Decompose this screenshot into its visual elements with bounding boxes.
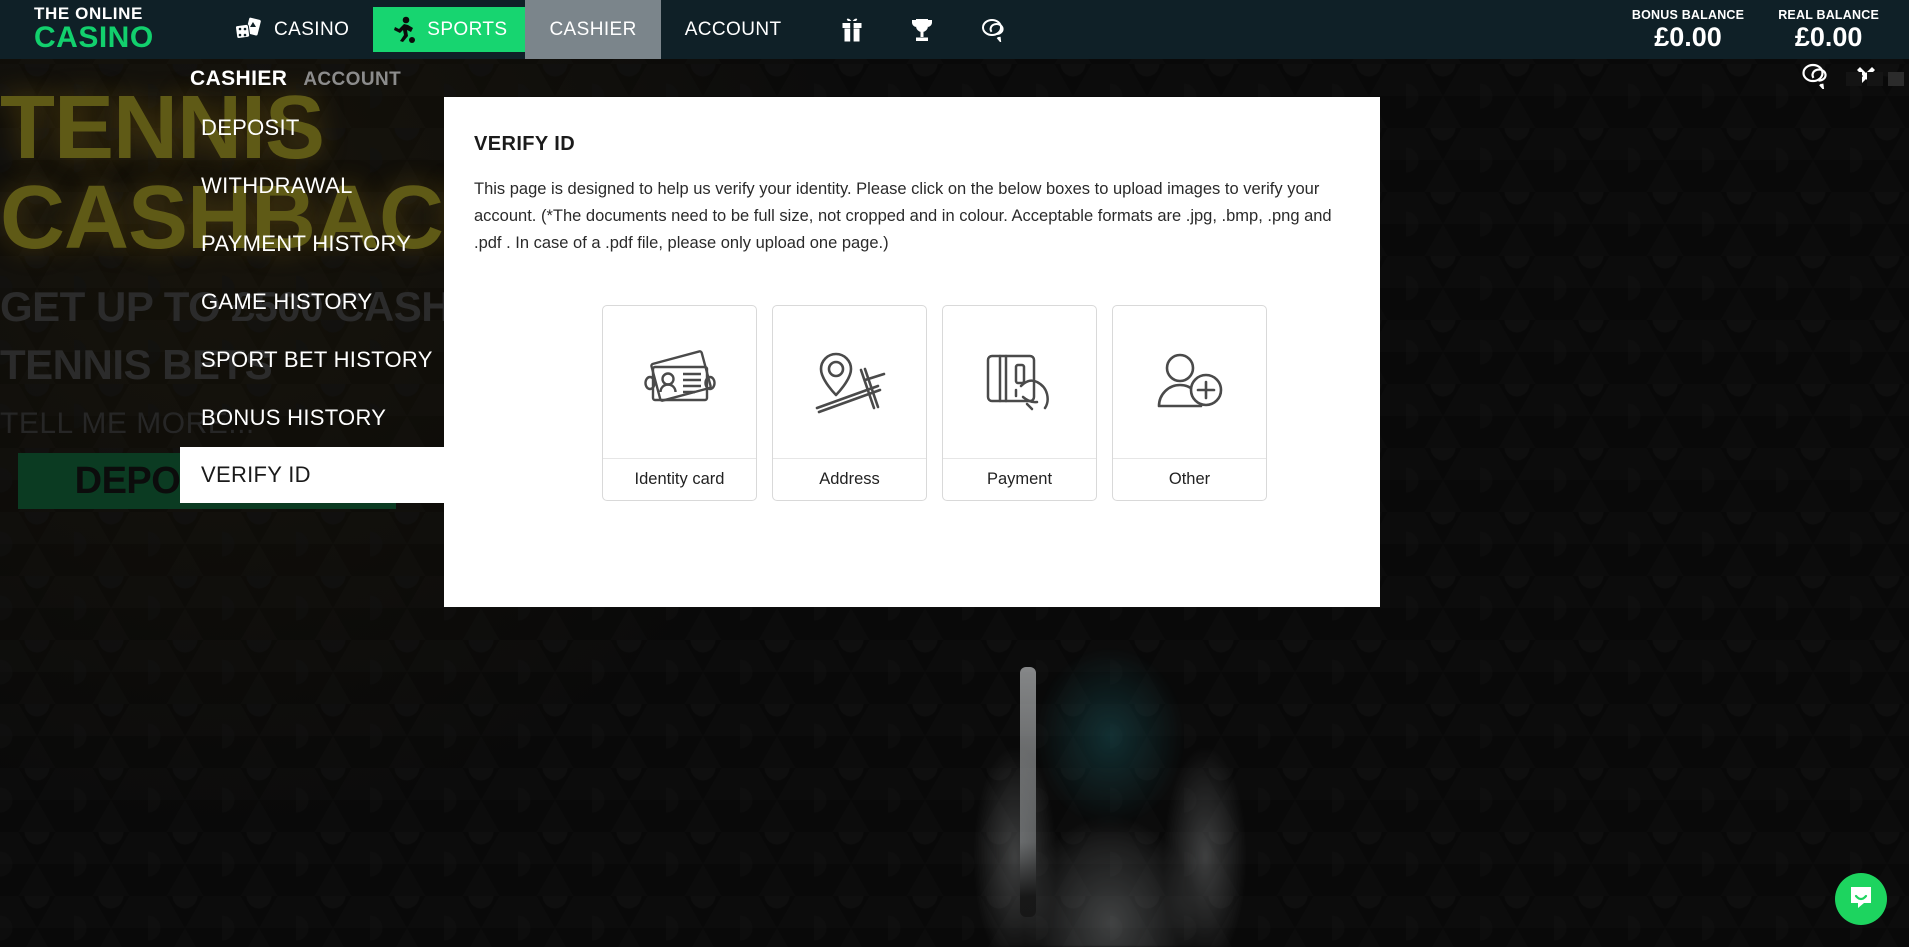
cashier-overlay: CASHIER ACCOUNT DEPOSIT WITHDRAWAL PAYME… <box>0 59 1909 947</box>
real-balance-value: £0.00 <box>1794 21 1863 52</box>
upload-card-payment-label: Payment <box>943 457 1096 500</box>
upload-card-other-label: Other <box>1113 457 1266 500</box>
nav-label-cashier: CASHIER <box>549 18 637 40</box>
upload-card-identity-label: Identity card <box>603 457 756 500</box>
chat-bubbles-icon[interactable] <box>1801 63 1831 89</box>
nav-label-sports: SPORTS <box>427 18 508 40</box>
decorative-squares <box>1846 72 1904 86</box>
modal-description: This page is designed to help us verify … <box>474 180 1332 252</box>
sidebar-item-payment-history[interactable]: PAYMENT HISTORY <box>0 215 420 273</box>
sidebar-item-withdrawal[interactable]: WITHDRAWAL <box>0 157 420 215</box>
square-2 <box>1867 72 1883 86</box>
bonus-balance: BONUS BALANCE £0.00 <box>1632 8 1744 51</box>
overlay-tab-account[interactable]: ACCOUNT <box>303 69 401 91</box>
map-pin-icon <box>773 306 926 458</box>
app-screen: TENNIS CASHBACK GET UP TO £500 CASHBACK … <box>0 0 1909 947</box>
sidebar-item-bonus-history[interactable]: BONUS HISTORY <box>0 389 420 447</box>
upload-cards-row: Identity card Address Payment Other <box>474 304 1350 501</box>
verify-id-modal: VERIFY ID This page is designed to help … <box>444 97 1380 607</box>
square-3 <box>1888 72 1904 86</box>
real-balance: REAL BALANCE £0.00 <box>1778 8 1879 51</box>
top-header: THE ONLINE CASINO CASINO SPORTS CASHIER … <box>0 0 1909 59</box>
chat-smile-icon <box>1848 884 1874 915</box>
modal-title: VERIFY ID <box>474 133 576 155</box>
nav-label-account: ACCOUNT <box>684 18 782 40</box>
nav-item-account[interactable]: ACCOUNT <box>661 0 806 59</box>
header-icon-group <box>841 0 1007 59</box>
nav-item-casino[interactable]: CASINO <box>210 0 373 59</box>
upload-card-other[interactable]: Other <box>1112 304 1267 501</box>
upload-card-payment[interactable]: Payment <box>942 304 1097 501</box>
brand-logo[interactable]: THE ONLINE CASINO <box>0 0 210 59</box>
nav-item-cashier[interactable]: CASHIER <box>525 0 661 59</box>
upload-card-address-label: Address <box>773 457 926 500</box>
nav-item-sports[interactable]: SPORTS <box>373 7 526 52</box>
main-nav: CASINO SPORTS CASHIER ACCOUNT <box>210 0 805 59</box>
chat-bubbles-icon[interactable] <box>981 18 1007 42</box>
credit-card-hand-icon <box>943 306 1096 458</box>
cashier-sidebar-menu: DEPOSIT WITHDRAWAL PAYMENT HISTORY GAME … <box>0 99 600 503</box>
gift-icon[interactable] <box>841 18 863 42</box>
trophy-icon[interactable] <box>911 18 933 42</box>
overlay-tabs: CASHIER ACCOUNT <box>190 67 401 91</box>
upload-card-identity[interactable]: Identity card <box>602 304 757 501</box>
logo-line-2: CASINO <box>34 21 154 55</box>
sidebar-item-deposit[interactable]: DEPOSIT <box>0 99 420 157</box>
bonus-balance-label: BONUS BALANCE <box>1631 7 1745 22</box>
dice-cards-icon <box>234 16 264 43</box>
upload-card-address[interactable]: Address <box>772 304 927 501</box>
id-card-icon <box>603 306 756 458</box>
runner-icon <box>391 16 417 44</box>
balances-group: BONUS BALANCE £0.00 REAL BALANCE £0.00 <box>1632 0 1909 59</box>
chat-launcher-button[interactable] <box>1835 873 1887 925</box>
person-plus-icon <box>1113 306 1266 458</box>
real-balance-label: REAL BALANCE <box>1778 7 1879 22</box>
nav-label-casino: CASINO <box>274 18 350 40</box>
logo-line-1: THE ONLINE <box>34 4 143 24</box>
bonus-balance-value: £0.00 <box>1654 21 1722 52</box>
square-1 <box>1846 72 1862 86</box>
sidebar-item-sport-bet-history[interactable]: SPORT BET HISTORY <box>0 331 432 389</box>
overlay-tab-cashier[interactable]: CASHIER <box>190 67 287 91</box>
sidebar-item-game-history[interactable]: GAME HISTORY <box>0 273 420 331</box>
